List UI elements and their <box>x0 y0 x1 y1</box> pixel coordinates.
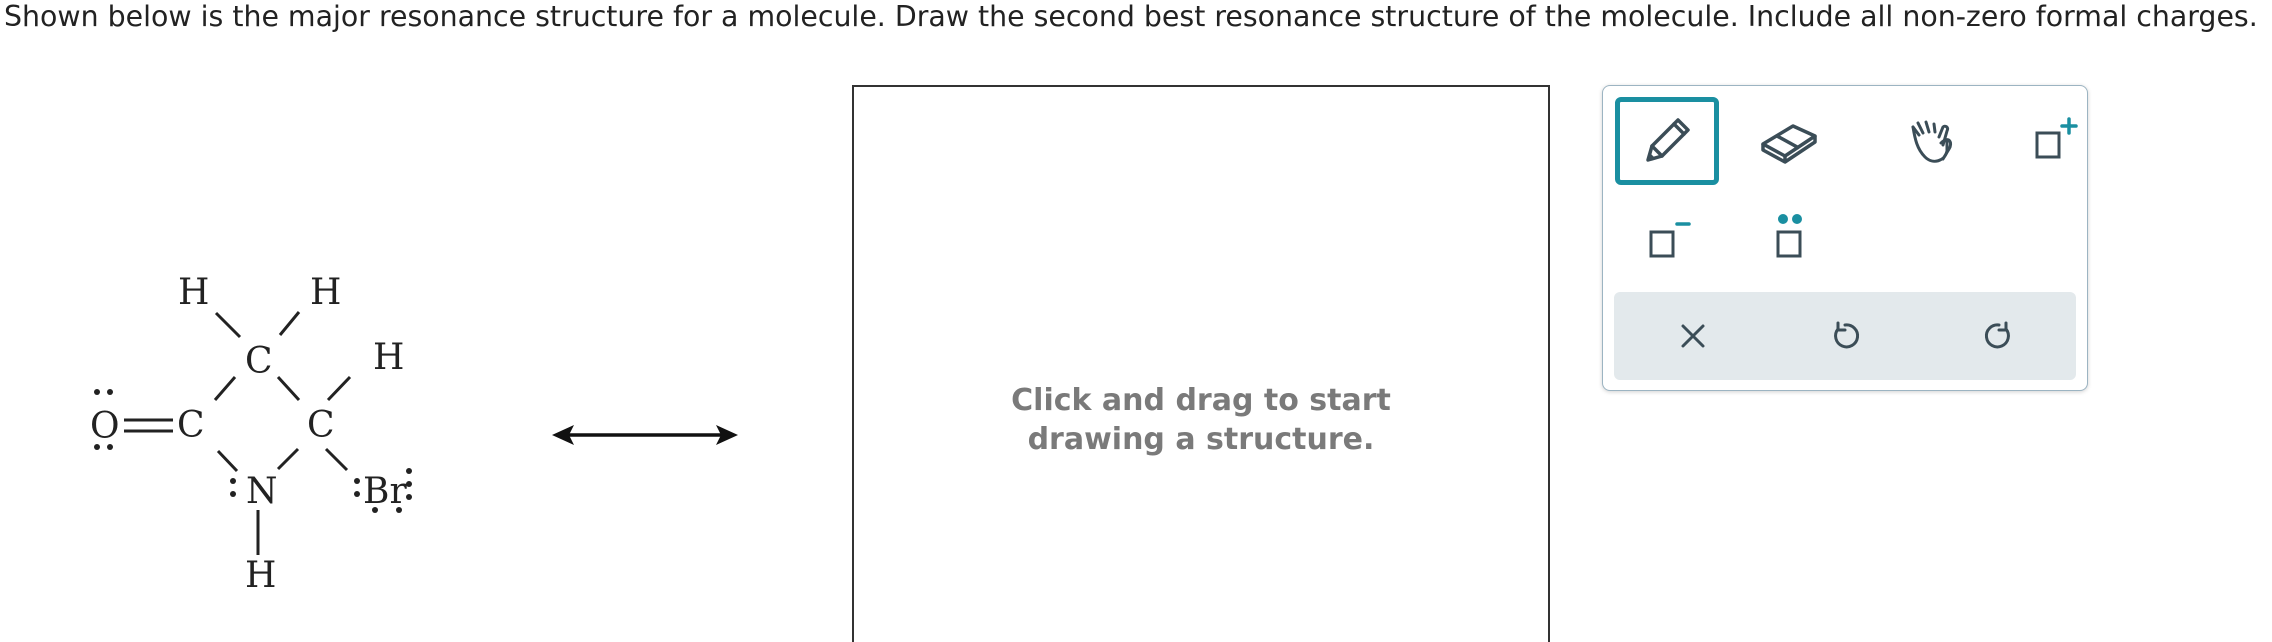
atom-h-top-left: H <box>178 272 209 313</box>
bond-cright-n <box>276 447 300 471</box>
atom-h-top-right: H <box>310 272 341 313</box>
bond-ctop-cright <box>276 375 301 402</box>
bond-h-c-top-left <box>214 311 242 339</box>
lone-pair-tool-button[interactable] <box>1737 194 1841 282</box>
question-prompt: Shown below is the major resonance struc… <box>4 0 2258 33</box>
drawing-canvas[interactable]: Click and drag to start drawing a struct… <box>852 85 1550 642</box>
atom-h-n: H <box>245 555 276 596</box>
bond-c1-n <box>216 449 239 473</box>
atom-n: N <box>246 471 278 512</box>
eraser-icon <box>1761 124 1817 164</box>
atom-c-top: C <box>245 341 273 382</box>
undo-button[interactable] <box>1810 302 1880 370</box>
atom-o: O <box>90 406 120 447</box>
canvas-hint-text: Click and drag to start drawing a struct… <box>1011 383 1391 457</box>
bond-ctop-c1 <box>213 376 237 401</box>
atom-c1: C <box>177 405 205 446</box>
resonance-arrow-icon <box>550 418 740 452</box>
action-bar <box>1614 292 2076 380</box>
undo-icon <box>1834 321 1860 349</box>
redo-button[interactable] <box>1964 302 2034 370</box>
bond-cright-br <box>324 447 349 472</box>
hand-icon <box>1911 120 1953 163</box>
atom-c-right: C <box>307 405 335 446</box>
redo-icon <box>1984 321 2010 349</box>
positive-charge-icon <box>2035 117 2078 159</box>
pencil-icon <box>1646 118 1690 162</box>
clear-icon <box>1681 324 1705 348</box>
bond-cright-h <box>326 375 352 402</box>
negative-charge-tool-button[interactable] <box>1615 194 1719 282</box>
positive-charge-tool-button[interactable] <box>2003 97 2107 185</box>
lone-pair-icon <box>1776 214 1802 258</box>
drawing-toolbox <box>1602 85 2088 391</box>
eraser-tool-button[interactable] <box>1737 97 1841 185</box>
given-molecule: O C C C N Br H H H H <box>70 255 440 605</box>
clear-button[interactable] <box>1658 302 1728 370</box>
bond-h-c-top-right <box>278 311 301 336</box>
atom-h-right: H <box>373 337 404 378</box>
hand-tool-button[interactable] <box>1881 97 1985 185</box>
atom-br: Br <box>363 471 407 512</box>
negative-charge-icon <box>1649 222 1691 258</box>
pencil-tool-button[interactable] <box>1615 97 1719 185</box>
